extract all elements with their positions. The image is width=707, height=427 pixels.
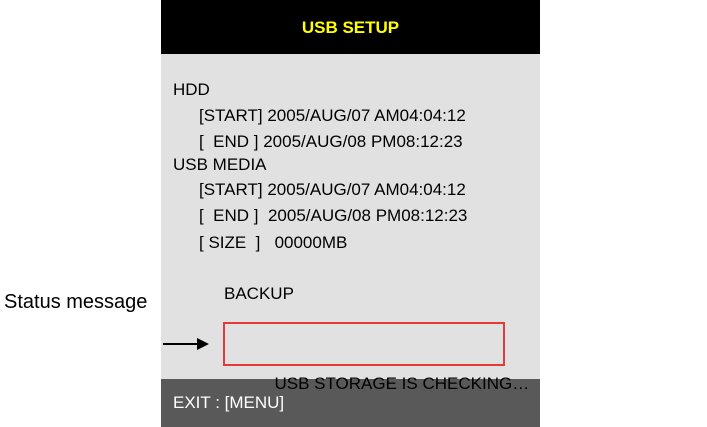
status-message-text: USB STORAGE IS CHECKING…: [274, 374, 530, 393]
hdd-start-time: [START] 2005/AUG/07 AM04:04:12: [199, 106, 466, 125]
usb-media-end-time: [ END ] 2005/AUG/08 PM08:12:23: [199, 206, 468, 225]
usb-media-label: USB MEDIA: [173, 155, 267, 174]
backup-button[interactable]: BACKUP: [224, 284, 294, 304]
hdd-end-time: [ END ] 2005/AUG/08 PM08:12:23: [199, 132, 463, 151]
annotation-label: Status message: [4, 291, 148, 313]
usb-media-start-time: [START] 2005/AUG/07 AM04:04:12: [199, 180, 466, 199]
dialog-title: USB SETUP: [161, 0, 540, 54]
hdd-label: HDD: [173, 80, 210, 99]
usb-media-size: [ SIZE ] 00000MB: [199, 233, 348, 252]
status-message-box: USB STORAGE IS CHECKING…: [223, 322, 529, 393]
annotation-arrow-icon: [163, 338, 209, 350]
